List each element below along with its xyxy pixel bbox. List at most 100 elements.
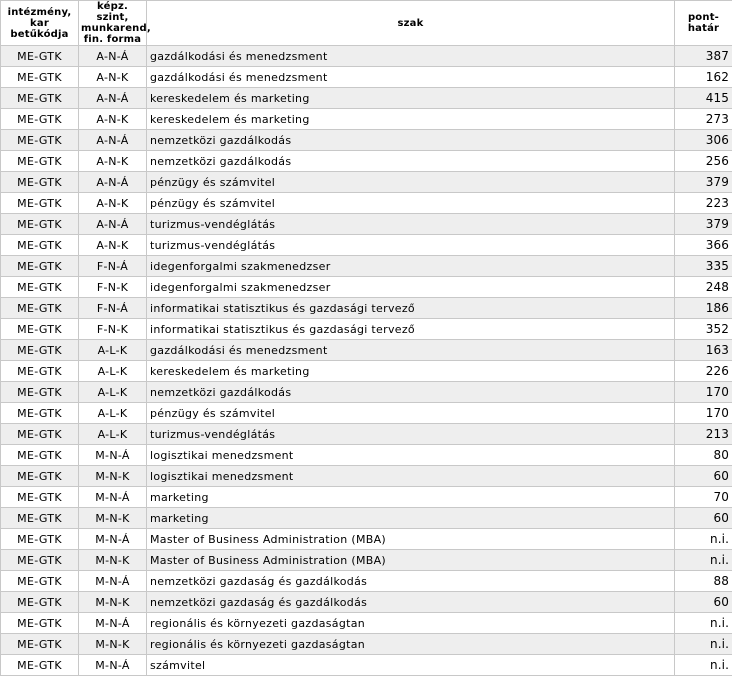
- major-cell: pénzügy és számvitel: [147, 403, 675, 424]
- training-form-cell: M-N-K: [79, 466, 147, 487]
- table-row: ME-GTKM-N-Kregionális és környezeti gazd…: [1, 634, 732, 655]
- score-cell: 170: [675, 403, 732, 424]
- institution-cell: ME-GTK: [1, 634, 79, 655]
- score-cell: 415: [675, 88, 732, 109]
- major-cell: nemzetközi gazdaság és gazdálkodás: [147, 592, 675, 613]
- training-form-cell: M-N-Á: [79, 445, 147, 466]
- institution-cell: ME-GTK: [1, 319, 79, 340]
- table-row: ME-GTKF-N-Kinformatikai statisztikus és …: [1, 319, 732, 340]
- header-score-line-2: határ: [688, 23, 719, 34]
- training-form-cell: A-N-Á: [79, 130, 147, 151]
- institution-cell: ME-GTK: [1, 424, 79, 445]
- institution-cell: ME-GTK: [1, 214, 79, 235]
- major-cell: kereskedelem és marketing: [147, 109, 675, 130]
- header-score-line-1: pont-: [688, 12, 719, 23]
- training-form-cell: A-N-K: [79, 235, 147, 256]
- major-cell: nemzetközi gazdálkodás: [147, 382, 675, 403]
- major-cell: gazdálkodási és menedzsment: [147, 340, 675, 361]
- institution-cell: ME-GTK: [1, 613, 79, 634]
- training-form-cell: F-N-Á: [79, 298, 147, 319]
- major-cell: regionális és környezeti gazdaságtan: [147, 613, 675, 634]
- institution-cell: ME-GTK: [1, 193, 79, 214]
- institution-cell: ME-GTK: [1, 151, 79, 172]
- institution-cell: ME-GTK: [1, 487, 79, 508]
- major-cell: marketing: [147, 487, 675, 508]
- table-row: ME-GTKM-N-Ámarketing70: [1, 487, 732, 508]
- institution-cell: ME-GTK: [1, 256, 79, 277]
- training-form-cell: A-L-K: [79, 361, 147, 382]
- training-form-cell: M-N-K: [79, 634, 147, 655]
- major-cell: számvitel: [147, 655, 675, 676]
- institution-cell: ME-GTK: [1, 298, 79, 319]
- table-row: ME-GTKM-N-KMaster of Business Administra…: [1, 550, 732, 571]
- major-cell: kereskedelem és marketing: [147, 88, 675, 109]
- score-cell: 170: [675, 382, 732, 403]
- header-training: képz. szint, munkarend, fin. forma: [79, 1, 147, 46]
- score-cell: 88: [675, 571, 732, 592]
- major-cell: pénzügy és számvitel: [147, 172, 675, 193]
- training-form-cell: M-N-Á: [79, 655, 147, 676]
- major-cell: nemzetközi gazdaság és gazdálkodás: [147, 571, 675, 592]
- score-cell: 335: [675, 256, 732, 277]
- training-form-cell: M-N-Á: [79, 613, 147, 634]
- score-cell: 213: [675, 424, 732, 445]
- major-cell: idegenforgalmi szakmenedzser: [147, 277, 675, 298]
- table-row: ME-GTKA-N-Ágazdálkodási és menedzsment38…: [1, 46, 732, 67]
- table-row: ME-GTKA-N-Ákereskedelem és marketing415: [1, 88, 732, 109]
- score-cell: 70: [675, 487, 732, 508]
- table-row: ME-GTKA-N-Knemzetközi gazdálkodás256: [1, 151, 732, 172]
- table-row: ME-GTKF-N-Kidegenforgalmi szakmenedzser2…: [1, 277, 732, 298]
- training-form-cell: M-N-K: [79, 550, 147, 571]
- training-form-cell: A-N-K: [79, 67, 147, 88]
- training-form-cell: F-N-Á: [79, 256, 147, 277]
- header-training-line-1: képz. szint,: [96, 1, 128, 23]
- table-row: ME-GTKA-N-Kturizmus-vendéglátás366: [1, 235, 732, 256]
- major-cell: nemzetközi gazdálkodás: [147, 130, 675, 151]
- institution-cell: ME-GTK: [1, 235, 79, 256]
- training-form-cell: M-N-Á: [79, 529, 147, 550]
- major-cell: marketing: [147, 508, 675, 529]
- header-score: pont- határ: [675, 1, 732, 46]
- institution-cell: ME-GTK: [1, 403, 79, 424]
- table-row: ME-GTKA-L-Kgazdálkodási és menedzsment16…: [1, 340, 732, 361]
- training-form-cell: A-N-K: [79, 193, 147, 214]
- score-cell: 186: [675, 298, 732, 319]
- score-cell: 80: [675, 445, 732, 466]
- header-institution: intézmény, kar betűkódja: [1, 1, 79, 46]
- header-institution-line-2: kar betűkódja: [10, 18, 68, 40]
- score-cell: 256: [675, 151, 732, 172]
- table-row: ME-GTKM-N-Knemzetközi gazdaság és gazdál…: [1, 592, 732, 613]
- training-form-cell: M-N-Á: [79, 571, 147, 592]
- training-form-cell: A-N-K: [79, 151, 147, 172]
- training-form-cell: A-N-Á: [79, 46, 147, 67]
- score-cell: 248: [675, 277, 732, 298]
- table-row: ME-GTKM-N-Klogisztikai menedzsment60: [1, 466, 732, 487]
- training-form-cell: A-N-Á: [79, 88, 147, 109]
- table-row: ME-GTKM-N-Ászámviteln.i.: [1, 655, 732, 676]
- header-row: intézmény, kar betűkódja képz. szint, mu…: [1, 1, 732, 46]
- table-row: ME-GTKM-N-Áregionális és környezeti gazd…: [1, 613, 732, 634]
- table-row: ME-GTKA-N-Ápénzügy és számvitel379: [1, 172, 732, 193]
- training-form-cell: A-L-K: [79, 403, 147, 424]
- training-form-cell: A-L-K: [79, 382, 147, 403]
- major-cell: pénzügy és számvitel: [147, 193, 675, 214]
- training-form-cell: A-L-K: [79, 424, 147, 445]
- major-cell: turizmus-vendéglátás: [147, 214, 675, 235]
- score-cell: n.i.: [675, 550, 732, 571]
- table-row: ME-GTKA-L-Kkereskedelem és marketing226: [1, 361, 732, 382]
- major-cell: kereskedelem és marketing: [147, 361, 675, 382]
- major-cell: idegenforgalmi szakmenedzser: [147, 256, 675, 277]
- table-row: ME-GTKM-N-Álogisztikai menedzsment80: [1, 445, 732, 466]
- header-major: szak: [147, 1, 675, 46]
- training-form-cell: F-N-K: [79, 277, 147, 298]
- table-row: ME-GTKM-N-Kmarketing60: [1, 508, 732, 529]
- training-form-cell: F-N-K: [79, 319, 147, 340]
- major-cell: nemzetközi gazdálkodás: [147, 151, 675, 172]
- major-cell: gazdálkodási és menedzsment: [147, 46, 675, 67]
- score-cell: n.i.: [675, 613, 732, 634]
- institution-cell: ME-GTK: [1, 130, 79, 151]
- header-institution-line-1: intézmény,: [8, 7, 72, 18]
- table-row: ME-GTKA-L-Kpénzügy és számvitel170: [1, 403, 732, 424]
- score-cell: 387: [675, 46, 732, 67]
- training-form-cell: M-N-Á: [79, 487, 147, 508]
